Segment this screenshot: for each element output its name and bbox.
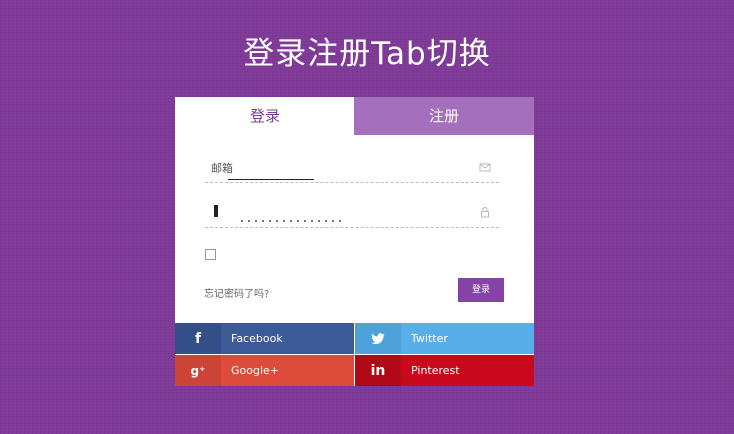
twitter-icon: [371, 332, 385, 344]
remember-checkbox[interactable]: [205, 249, 216, 260]
google-plus-icon: g⁺: [190, 363, 206, 378]
lock-icon: [481, 207, 489, 218]
tab-bar: 登录 注册: [175, 97, 534, 135]
pinterest-button[interactable]: in Pinterest: [355, 355, 534, 386]
twitter-button[interactable]: Twitter: [355, 323, 534, 354]
password-cursor: [214, 205, 218, 217]
google-plus-button[interactable]: g⁺ Google+: [175, 355, 354, 386]
password-field[interactable]: [205, 197, 499, 228]
facebook-button[interactable]: f Facebook: [175, 323, 354, 354]
pinterest-label: Pinterest: [411, 364, 460, 377]
social-login-grid: f Facebook Twitter g⁺ Google+ in Pintere…: [175, 323, 534, 386]
forgot-password-link[interactable]: 忘记密码了吗?: [204, 285, 269, 300]
facebook-icon: f: [194, 330, 202, 347]
facebook-label: Facebook: [231, 332, 283, 345]
google-plus-label: Google+: [231, 364, 280, 377]
focus-underline: [228, 179, 314, 180]
linkedin-icon: in: [370, 362, 386, 379]
twitter-label: Twitter: [411, 332, 448, 345]
tab-register[interactable]: 注册: [354, 97, 534, 135]
login-button[interactable]: 登录: [458, 278, 504, 302]
tab-login[interactable]: 登录: [175, 97, 355, 135]
password-mask: [241, 207, 441, 222]
email-label: 邮箱: [211, 162, 233, 175]
envelope-icon: [479, 163, 491, 172]
page-title: 登录注册Tab切换: [243, 36, 491, 72]
login-card: 登录 注册 邮箱 忘记密码了吗? 登录 f Facebook Twitter g…: [175, 97, 534, 386]
email-field[interactable]: 邮箱: [205, 152, 499, 183]
